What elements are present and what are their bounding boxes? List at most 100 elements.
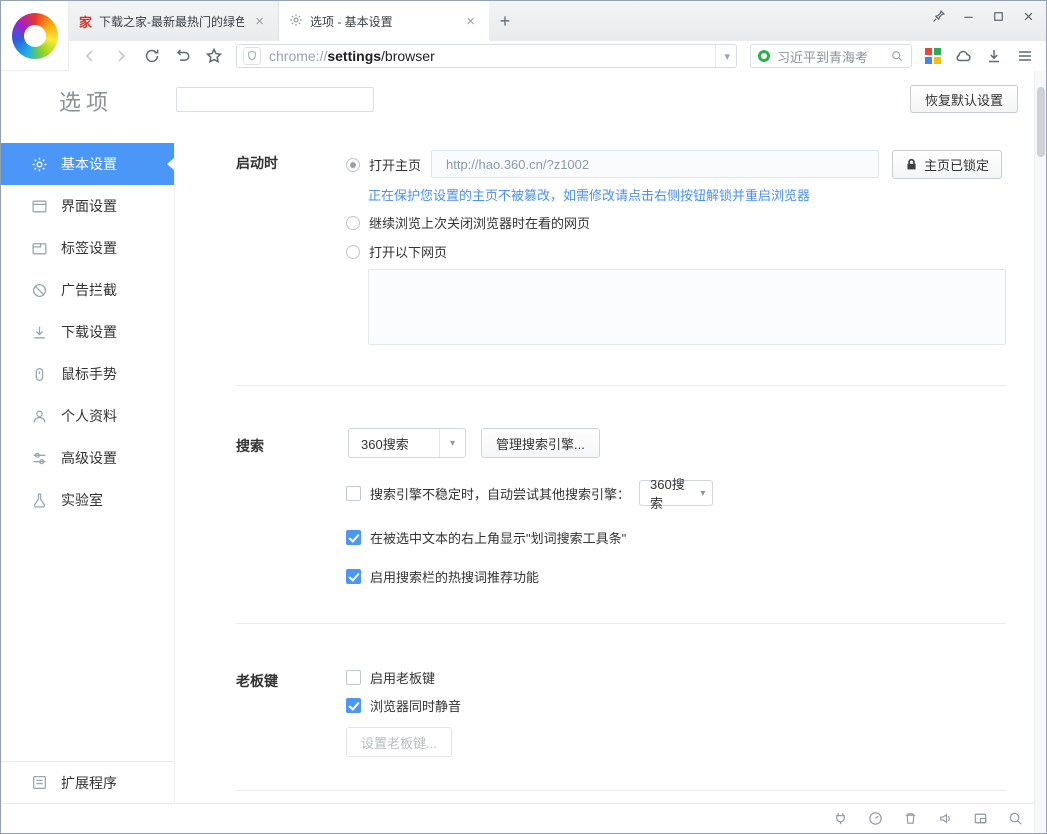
tab-settings[interactable]: 选项 - 基本设置 ×: [279, 1, 489, 41]
status-bar: [1, 803, 1046, 833]
lock-icon: [905, 158, 918, 171]
bosskey-mute-label: 浏览器同时静音: [370, 696, 461, 715]
address-bar[interactable]: chrome://settings/browser ▾: [236, 44, 737, 68]
scrollbar-thumb[interactable]: [1037, 87, 1045, 157]
sidebar-item-profile[interactable]: 个人资料: [1, 395, 174, 437]
startup-section-label: 启动时: [236, 153, 278, 173]
sidebar-item-basic-settings[interactable]: 基本设置: [1, 143, 174, 185]
search-suggestion-text: 习近平到青海考: [777, 47, 883, 66]
sidebar-item-ad-block[interactable]: 广告拦截: [1, 269, 174, 311]
open-pages-radio[interactable]: [346, 245, 360, 259]
bosskey-section-label: 老板键: [236, 671, 278, 691]
browser-logo[interactable]: [1, 1, 69, 71]
bosskey-enable-row: 启用老板键: [346, 668, 435, 687]
360-search-logo-icon: [758, 50, 770, 62]
browser-window: 家 下载之家-最新最热门的绿色... × 选项 - 基本设置 × +: [0, 0, 1047, 834]
bosskey-mute-row: 浏览器同时静音: [346, 696, 461, 715]
homepage-radio[interactable]: [346, 158, 360, 172]
reload-icon[interactable]: [143, 47, 161, 65]
hotword-label: 启用搜索栏的热搜词推荐功能: [370, 567, 539, 586]
apps-grid-icon[interactable]: [925, 48, 941, 64]
tab-favicon: 家: [79, 12, 92, 31]
homepage-url-input[interactable]: [431, 150, 879, 178]
startup-option-homepage: 打开主页: [346, 155, 421, 174]
manage-search-engines-button[interactable]: 管理搜索引擎...: [481, 428, 600, 458]
vertical-scrollbar[interactable]: [1034, 71, 1046, 833]
selection-toolbar-checkbox[interactable]: [346, 530, 361, 545]
cloud-sync-icon[interactable]: [954, 47, 972, 65]
tab-download-site[interactable]: 家 下载之家-最新最热门的绿色... ×: [69, 1, 279, 41]
homepage-locked-button[interactable]: 主页已锁定: [892, 150, 1002, 179]
menu-hamburger-icon[interactable]: [1016, 47, 1034, 65]
tab-close-icon[interactable]: ×: [251, 12, 268, 31]
sidebar-item-tab-settings[interactable]: 标签设置: [1, 227, 174, 269]
continue-radio[interactable]: [346, 216, 360, 230]
download-manager-icon[interactable]: [985, 47, 1003, 65]
plugin-icon[interactable]: [832, 810, 849, 827]
sidebar-item-extensions[interactable]: 扩展程序: [1, 761, 174, 803]
sidebar-item-label: 下载设置: [61, 322, 117, 342]
search-section-label: 搜索: [236, 436, 264, 456]
sidebar-item-lab[interactable]: 实验室: [1, 479, 174, 521]
sidebar-item-advanced-settings[interactable]: 高级设置: [1, 437, 174, 479]
fallback-engine-dropdown[interactable]: 360搜索 ▾: [639, 480, 713, 506]
page-shield-icon[interactable]: [243, 47, 261, 65]
sidebar-item-download-settings[interactable]: 下载设置: [1, 311, 174, 353]
zoom-magnifier-icon[interactable]: [1007, 810, 1024, 827]
fallback-engine-label: 搜索引擎不稳定时，自动尝试其他搜索引擎：: [370, 484, 630, 503]
tab-title: 选项 - 基本设置: [310, 13, 455, 30]
sidebar-item-mouse-gestures[interactable]: 鼠标手势: [1, 353, 174, 395]
bosskey-enable-checkbox[interactable]: [346, 670, 361, 685]
tab-close-icon[interactable]: ×: [462, 12, 479, 31]
sidebar-item-interface-settings[interactable]: 界面设置: [1, 185, 174, 227]
hotword-checkbox[interactable]: [346, 569, 361, 584]
favorite-star-icon[interactable]: [205, 47, 223, 65]
settings-search-input[interactable]: [176, 87, 374, 112]
settings-sidebar: 基本设置 界面设置 标签设置 广告拦截 下载设置 鼠标手势: [1, 143, 175, 803]
back-icon[interactable]: [81, 47, 99, 65]
settings-page: 选项 恢复默认设置 基本设置 界面设置 标签设置 广告拦截 下载: [1, 71, 1034, 803]
toolbar-search-box[interactable]: 习近平到青海考: [750, 44, 912, 68]
flask-icon: [31, 492, 48, 509]
section-divider: [236, 623, 1006, 624]
window-icon: [31, 198, 48, 215]
bosskey-enable-label: 启用老板键: [370, 668, 435, 687]
continue-radio-label: 继续浏览上次关闭浏览器时在看的网页: [369, 213, 590, 232]
tab-icon: [31, 240, 48, 257]
360-logo-icon: [12, 13, 58, 59]
user-icon: [31, 408, 48, 425]
sidebar-item-label: 标签设置: [61, 238, 117, 258]
speed-icon[interactable]: [867, 810, 884, 827]
speaker-icon[interactable]: [937, 810, 954, 827]
startup-option-continue: 继续浏览上次关闭浏览器时在看的网页: [346, 213, 590, 232]
sidebar-item-label: 扩展程序: [61, 773, 117, 793]
undo-icon[interactable]: [174, 47, 192, 65]
fallback-engine-checkbox[interactable]: [346, 486, 361, 501]
page-title: 选项: [59, 85, 113, 117]
restore-defaults-button[interactable]: 恢复默认设置: [910, 85, 1018, 113]
startup-pages-list[interactable]: [368, 269, 1006, 345]
hotword-row: 启用搜索栏的热搜词推荐功能: [346, 567, 539, 586]
minimize-icon[interactable]: [954, 3, 982, 29]
selection-toolbar-row: 在被选中文本的右上角显示"划词搜索工具条": [346, 528, 626, 547]
trash-icon[interactable]: [902, 810, 919, 827]
browser-toolbar: chrome://settings/browser ▾ 习近平到青海考: [69, 41, 1046, 71]
fallback-engine-row: 搜索引擎不稳定时，自动尝试其他搜索引擎： 360搜索 ▾: [346, 480, 713, 506]
address-dropdown-icon[interactable]: ▾: [715, 45, 730, 67]
set-bosskey-button[interactable]: 设置老板键...: [346, 727, 452, 757]
snapshot-window-icon[interactable]: [972, 810, 989, 827]
maximize-icon[interactable]: [984, 3, 1012, 29]
bosskey-mute-checkbox[interactable]: [346, 698, 361, 713]
sidebar-item-label: 广告拦截: [61, 280, 117, 300]
sidebar-item-label: 高级设置: [61, 448, 117, 468]
homepage-protect-note: 正在保护您设置的主页不被篡改，如需修改请点击右侧按钮解锁并重启浏览器: [368, 185, 810, 204]
search-engine-value: 360搜索: [361, 434, 409, 453]
pin-on-top-icon[interactable]: [924, 3, 952, 29]
new-tab-button[interactable]: +: [489, 1, 521, 41]
sidebar-item-label: 基本设置: [61, 154, 117, 174]
gear-icon: [289, 13, 303, 30]
close-window-icon[interactable]: [1014, 3, 1042, 29]
search-engine-dropdown[interactable]: 360搜索 ▾: [348, 428, 466, 458]
forward-icon[interactable]: [112, 47, 130, 65]
sidebar-item-label: 界面设置: [61, 196, 117, 216]
